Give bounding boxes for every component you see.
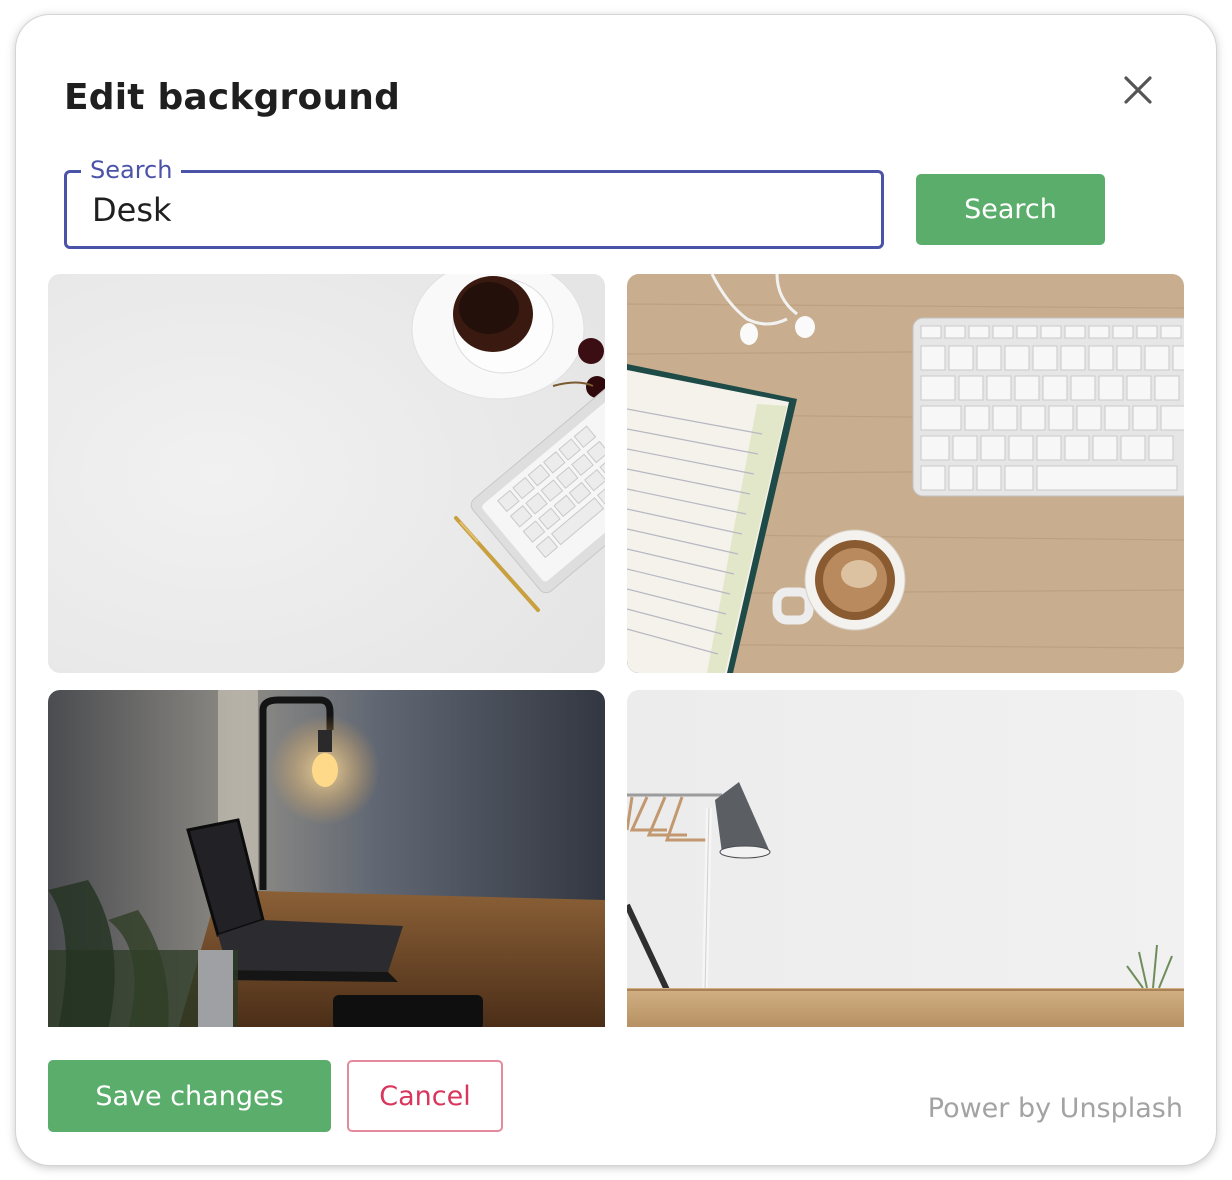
image-result-laptop-lamp[interactable] — [48, 690, 605, 1027]
image-result-white-desk[interactable] — [48, 274, 605, 673]
photo-white-desk — [48, 274, 605, 673]
dialog-title: Edit background — [64, 77, 401, 118]
image-result-wood-desk[interactable] — [627, 274, 1184, 673]
search-field-label: Search — [81, 156, 182, 184]
save-changes-button[interactable]: Save changes — [48, 1060, 331, 1132]
search-field: Search — [64, 156, 884, 249]
edit-background-dialog: Edit background Search Search — [16, 15, 1216, 1165]
photo-laptop-lamp — [48, 690, 605, 1027]
unsplash-credit: Power by Unsplash — [927, 1093, 1183, 1124]
close-icon — [1124, 76, 1152, 104]
close-button[interactable] — [1119, 71, 1157, 109]
photo-lamp-wall — [627, 690, 1184, 1027]
image-result-lamp-wall[interactable] — [627, 690, 1184, 1027]
photo-wood-desk — [627, 274, 1184, 673]
image-results-grid — [48, 274, 1184, 1027]
search-input[interactable] — [92, 189, 852, 231]
search-button[interactable]: Search — [916, 174, 1105, 245]
cancel-button[interactable]: Cancel — [347, 1060, 503, 1132]
